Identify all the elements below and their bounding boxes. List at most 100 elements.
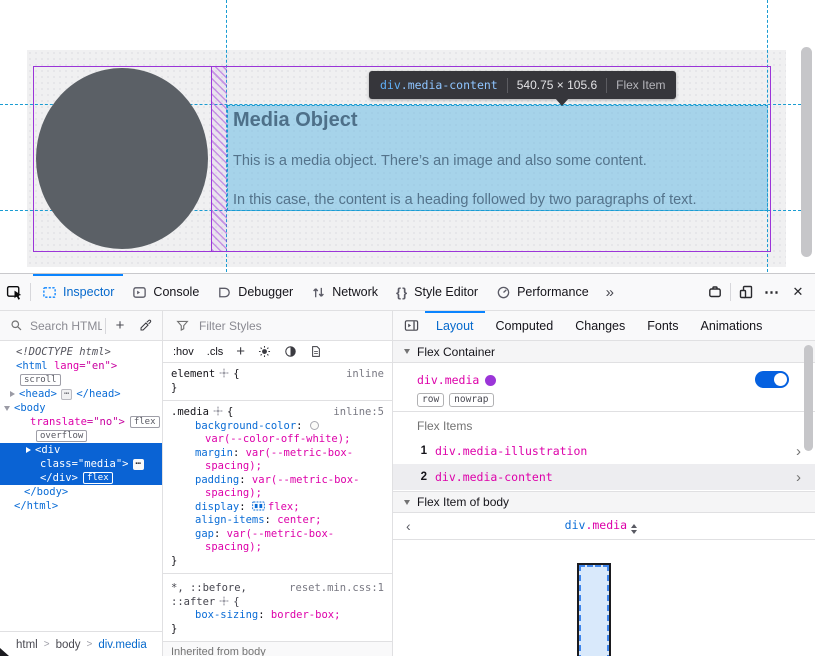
flex-item-row-illustration[interactable]: 1 div.media-illustration › <box>393 438 815 464</box>
rule-origin-link[interactable]: inline <box>346 368 384 382</box>
css-property[interactable]: padding <box>195 474 239 486</box>
node-body-badges: overflow <box>0 429 162 443</box>
tag-text: <head> <box>19 387 57 401</box>
rule-selector[interactable]: element <box>171 368 215 380</box>
sidebar-toggle-button[interactable] <box>400 315 422 337</box>
dark-theme-sim-button[interactable] <box>284 345 297 358</box>
flex-value-icon[interactable] <box>252 501 265 511</box>
layout-scrollbar-thumb[interactable] <box>804 345 813 451</box>
css-value[interactable]: var(--color-off-white); <box>205 433 376 447</box>
attr-name[interactable]: class <box>40 457 72 471</box>
tab-label: Style Editor <box>414 285 478 299</box>
responsive-design-mode-icon <box>738 284 754 300</box>
css-property[interactable]: align-items <box>195 514 265 526</box>
flex-container-section-header[interactable]: Flex Container <box>393 341 815 363</box>
css-value[interactable]: var(--metric-box-spacing); <box>205 528 334 554</box>
node-html-open[interactable]: <html lang="en"> <box>0 359 162 373</box>
declaration: padding: var(--metric-box-spacing); <box>171 474 376 501</box>
flex-badge[interactable]: flex <box>130 416 160 429</box>
tab-animations[interactable]: Animations <box>690 311 774 340</box>
tab-performance[interactable]: Performance <box>487 274 598 310</box>
tab-changes[interactable]: Changes <box>564 311 636 340</box>
attr-name[interactable]: translate <box>30 415 87 429</box>
css-property[interactable]: gap <box>195 528 214 540</box>
expand-arrow-icon[interactable] <box>10 391 15 397</box>
css-value[interactable]: flex; <box>268 501 300 513</box>
flex-items-label: Flex Items <box>417 419 472 433</box>
node-body-attrs[interactable]: translate="no"> flex <box>0 415 162 429</box>
pseudo-class-button[interactable]: :hov <box>173 346 194 358</box>
page-scrollbar-thumb[interactable] <box>801 47 812 257</box>
flex-overlay-toggle[interactable] <box>755 371 789 388</box>
breadcrumb-html[interactable]: html <box>16 639 38 651</box>
tab-console[interactable]: Console <box>123 274 208 310</box>
overflow-badge[interactable]: overflow <box>36 430 87 443</box>
flex-badge[interactable]: flex <box>83 472 113 485</box>
devtools-panel: Inspector Console Debugger Network {} St… <box>0 273 815 656</box>
expand-arrow-icon[interactable] <box>26 447 31 453</box>
css-property[interactable]: margin <box>195 447 233 459</box>
flex-item-row-content[interactable]: 2 div.media-content › <box>393 464 815 490</box>
attr-value[interactable]: ="no"> <box>87 415 125 429</box>
eyedropper-button[interactable] <box>134 315 156 337</box>
rule-selector[interactable]: .media <box>171 406 209 418</box>
scroll-badge[interactable]: scroll <box>20 374 61 387</box>
rule-origin-link[interactable]: inline:5 <box>333 406 384 420</box>
tab-style-editor[interactable]: {} Style Editor <box>387 274 487 310</box>
meatball-menu-icon: ⋯ <box>764 283 780 301</box>
tab-fonts[interactable]: Fonts <box>636 311 689 340</box>
flex-direction-badge: row <box>417 393 444 407</box>
breadcrumb-div-media[interactable]: div.media <box>98 639 146 651</box>
flex-item-of-body-section-header[interactable]: Flex Item of body <box>393 491 815 513</box>
add-node-button[interactable]: + <box>109 315 131 337</box>
markup-tree: <!DOCTYPE html> <html lang="en"> scroll … <box>0 341 162 513</box>
selector-gear-icon[interactable] <box>219 368 229 378</box>
node-html-close[interactable]: </html> <box>0 499 162 513</box>
search-html-input[interactable] <box>30 319 102 333</box>
node-html-badges: scroll <box>0 373 162 387</box>
print-sim-button[interactable] <box>310 345 322 358</box>
css-value[interactable]: center; <box>277 514 321 526</box>
class-panel-button[interactable]: .cls <box>207 346 224 358</box>
node-head[interactable]: <head>⋯</head> <box>0 387 162 401</box>
breadcrumb-body[interactable]: body <box>56 639 81 651</box>
tab-layout[interactable]: Layout <box>425 311 485 340</box>
overlay-color-swatch[interactable] <box>485 375 496 386</box>
filter-styles-input[interactable] <box>199 319 359 333</box>
tab-network[interactable]: Network <box>302 274 387 310</box>
css-value[interactable]: border-box; <box>271 609 341 621</box>
ellipsis-chip[interactable]: ⋯ <box>61 389 72 400</box>
selected-node-div-media[interactable]: <div class="media">⋯ </div>flex <box>0 443 162 485</box>
color-swatch[interactable] <box>310 421 319 430</box>
tab-overflow-chevron[interactable]: » <box>598 284 622 301</box>
devtools-menu-button[interactable]: ⋯ <box>759 274 785 310</box>
tab-label: Console <box>153 285 199 299</box>
node-doctype[interactable]: <!DOCTYPE html> <box>0 345 162 359</box>
node-body-close[interactable]: </body> <box>0 485 162 499</box>
tab-debugger[interactable]: Debugger <box>208 274 302 310</box>
flex-item-selector-picker[interactable]: div.media <box>411 518 791 534</box>
flex-item-selector: div.media-content <box>435 470 796 484</box>
screenshot-button[interactable] <box>702 274 728 310</box>
css-property[interactable]: background-color <box>195 420 296 432</box>
collapse-arrow-icon[interactable] <box>4 406 10 411</box>
selector-gear-icon[interactable] <box>219 596 229 606</box>
close-devtools-button[interactable]: ✕ <box>785 274 811 310</box>
node-body-open[interactable]: <body <box>0 401 162 415</box>
css-property[interactable]: box-sizing <box>195 609 258 621</box>
attr-value[interactable]: ="en"> <box>79 359 117 373</box>
css-property[interactable]: display <box>195 501 239 513</box>
ellipsis-chip[interactable]: ⋯ <box>133 459 144 470</box>
attr-value[interactable]: ="media"> <box>72 457 129 471</box>
close-icon: ✕ <box>793 284 804 300</box>
light-theme-sim-button[interactable] <box>258 345 271 358</box>
tab-computed[interactable]: Computed <box>485 311 565 340</box>
responsive-design-mode-button[interactable] <box>733 274 759 310</box>
attr-name[interactable]: lang <box>54 359 79 373</box>
rule-origin-link[interactable]: reset.min.css:1 <box>289 582 384 596</box>
selector-gear-icon[interactable] <box>213 406 223 416</box>
add-rule-button[interactable]: + <box>236 343 245 360</box>
tab-inspector[interactable]: Inspector <box>33 274 123 310</box>
pick-element-button[interactable] <box>0 274 28 310</box>
flex-container-selector[interactable]: div.media <box>417 373 496 387</box>
